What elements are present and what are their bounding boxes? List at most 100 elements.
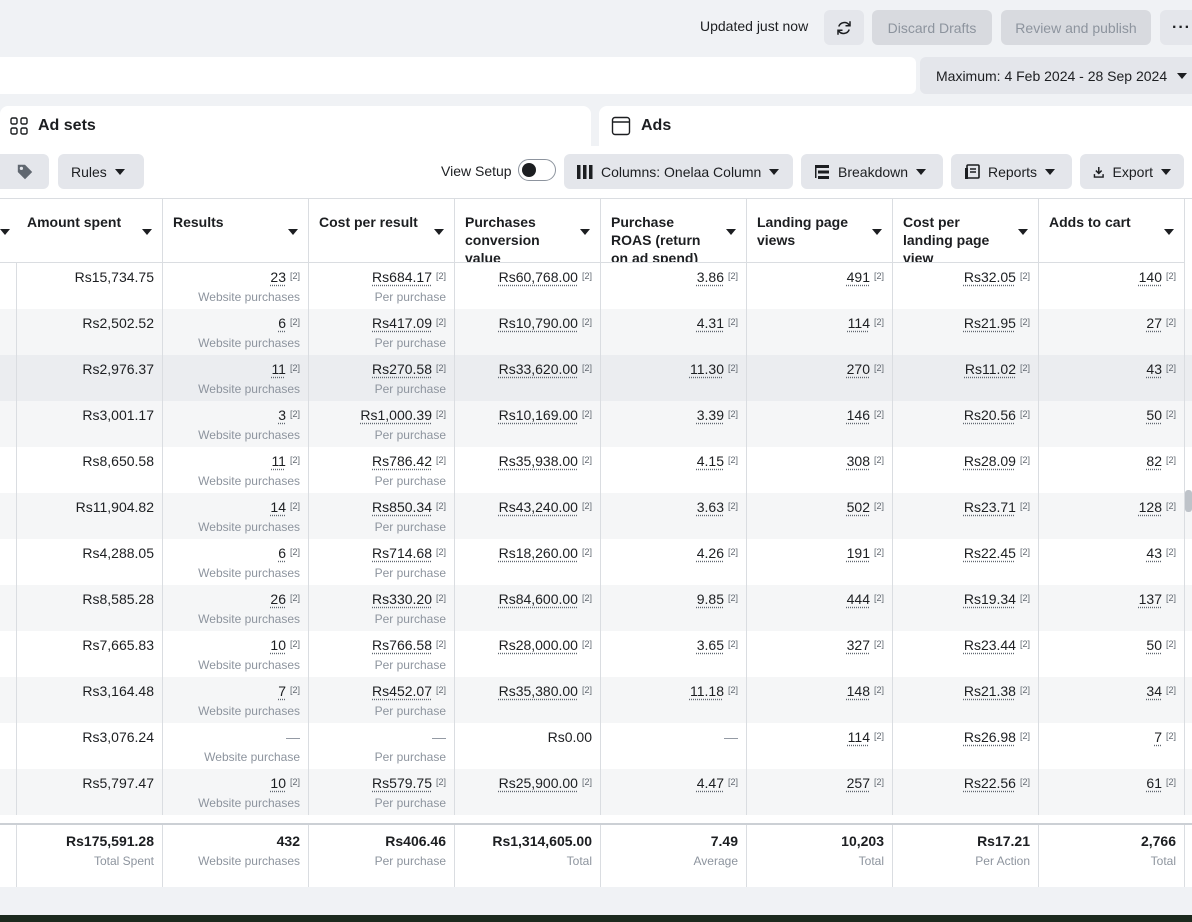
cell-value-text[interactable]: 114 xyxy=(848,729,870,745)
cell-value-text[interactable]: Rs10,790.00 xyxy=(499,315,578,331)
cell-value-text[interactable]: 140 xyxy=(1139,269,1162,285)
cell-value-text[interactable]: 82 xyxy=(1146,453,1162,469)
cell-value-text[interactable]: 128 xyxy=(1139,499,1162,515)
refresh-button[interactable] xyxy=(824,10,864,45)
cell-value-text[interactable]: 114 xyxy=(848,315,870,331)
cell-value-text[interactable]: Rs330.20 xyxy=(372,591,432,607)
cell-value-text[interactable]: 4.15 xyxy=(697,453,724,469)
cell-value-text[interactable]: 137 xyxy=(1139,591,1162,607)
rules-button[interactable]: Rules xyxy=(58,154,144,189)
cell-value-text[interactable]: Rs18,260.00 xyxy=(499,545,578,561)
cell-value-text[interactable]: 50 xyxy=(1146,637,1162,653)
cell-value-text[interactable]: 6 xyxy=(278,545,286,561)
cell-value-text[interactable]: Rs0.00 xyxy=(548,729,592,745)
cell-value-text[interactable]: 146 xyxy=(847,407,870,423)
table-row[interactable]: Rs3,164.48 7 [2] Website purchases Rs452.07[… xyxy=(0,677,1192,723)
cell-value-text[interactable]: Rs35,380.00 xyxy=(499,683,578,699)
table-row[interactable]: Rs15,734.75 23 [2] Website purchases Rs684.1… xyxy=(0,263,1192,309)
column-header[interactable]: Purchase ROAS (return on ad spend) xyxy=(601,199,747,263)
cell-value-text[interactable]: Rs60,768.00 xyxy=(499,269,578,285)
more-options-button[interactable]: ··· xyxy=(1160,10,1192,45)
cell-value-text[interactable]: 10 xyxy=(270,775,286,791)
cell-value-text[interactable]: 23 xyxy=(270,269,286,285)
cell-value-text[interactable]: Rs1,000.39 xyxy=(360,407,432,423)
cell-value-text[interactable]: Rs28.09 xyxy=(964,453,1016,469)
cell-value-text[interactable]: 4.31 xyxy=(697,315,724,331)
cell-value-text[interactable]: 43 xyxy=(1146,361,1162,377)
cell-value-text[interactable]: 27 xyxy=(1146,315,1162,331)
cell-value-text[interactable]: Rs579.75 xyxy=(372,775,432,791)
cell-value-text[interactable]: 308 xyxy=(847,453,870,469)
cell-value-text[interactable]: 43 xyxy=(1146,545,1162,561)
reports-button[interactable]: Reports xyxy=(951,154,1072,189)
column-header[interactable]: Adds to cart xyxy=(1039,199,1185,263)
cell-value-text[interactable]: 4.26 xyxy=(697,545,724,561)
table-row[interactable]: Rs8,650.58 11 [2] Website purchases Rs786.42… xyxy=(0,447,1192,493)
table-row[interactable]: Rs8,585.28 26 [2] Website purchases Rs330.20… xyxy=(0,585,1192,631)
cell-value-text[interactable]: 61 xyxy=(1146,775,1162,791)
cell-value-text[interactable]: 3 xyxy=(278,407,286,423)
cell-value-text[interactable]: Rs11.02 xyxy=(965,361,1016,377)
cell-value-text[interactable]: 3.65 xyxy=(697,637,724,653)
cell-value-text[interactable]: 7 xyxy=(1154,729,1162,745)
cell-value-text[interactable]: 3.63 xyxy=(697,499,724,515)
column-header[interactable]: Landing page views xyxy=(747,199,893,263)
column-header[interactable]: Cost per result xyxy=(309,199,455,263)
table-row[interactable]: Rs11,904.82 14 [2] Website purchases Rs850.3… xyxy=(0,493,1192,539)
cell-value-text[interactable]: 270 xyxy=(847,361,870,377)
cell-value-text[interactable]: 4.47 xyxy=(697,775,724,791)
cell-value-text[interactable]: Rs20.56 xyxy=(964,407,1016,423)
cell-value-text[interactable]: Rs32.05 xyxy=(964,269,1016,285)
table-row[interactable]: Rs5,797.47 10 [2] Website purchases Rs579.75… xyxy=(0,769,1192,815)
cell-value-text[interactable]: 257 xyxy=(847,775,870,791)
cell-value-text[interactable]: 3.39 xyxy=(697,407,724,423)
cell-value-text[interactable]: Rs21.95 xyxy=(964,315,1016,331)
cell-value-text[interactable]: Rs850.34 xyxy=(372,499,432,515)
cell-value-text[interactable]: 148 xyxy=(847,683,870,699)
cell-value-text[interactable]: — xyxy=(432,729,446,745)
cell-value-text[interactable]: Rs22.45 xyxy=(964,545,1016,561)
table-row[interactable]: Rs7,665.83 10 [2] Website purchases Rs766.58… xyxy=(0,631,1192,677)
tag-button[interactable] xyxy=(0,154,49,189)
cell-value-text[interactable]: 10 xyxy=(270,637,286,653)
cell-value-text[interactable]: 14 xyxy=(270,499,286,515)
cell-value-text[interactable]: Rs84,600.00 xyxy=(499,591,578,607)
cell-value-text[interactable]: Rs22.56 xyxy=(964,775,1016,791)
cell-value-text[interactable]: 7 xyxy=(278,683,286,699)
cell-value-text[interactable]: 34 xyxy=(1146,683,1162,699)
cell-value-text[interactable]: Rs23.44 xyxy=(964,637,1016,653)
cell-value-text[interactable]: — xyxy=(724,729,738,745)
table-row[interactable]: Rs3,076.24 — Website purchase — Per purchase… xyxy=(0,723,1192,769)
cell-value-text[interactable]: Rs19.34 xyxy=(964,591,1016,607)
cell-value-text[interactable]: 444 xyxy=(847,591,870,607)
cell-value-text[interactable]: 6 xyxy=(278,315,286,331)
breakdown-button[interactable]: Breakdown xyxy=(801,154,943,189)
cell-value-text[interactable]: Rs786.42 xyxy=(372,453,432,469)
cell-value-text[interactable]: Rs270.58 xyxy=(372,361,432,377)
cell-value-text[interactable]: Rs35,938.00 xyxy=(499,453,578,469)
cell-value-text[interactable]: Rs25,900.00 xyxy=(499,775,578,791)
review-publish-button[interactable]: Review and publish xyxy=(1001,10,1151,45)
export-button[interactable]: Export xyxy=(1080,154,1184,189)
column-header[interactable]: Results xyxy=(163,199,309,263)
cell-value-text[interactable]: Rs28,000.00 xyxy=(499,637,578,653)
cell-value-text[interactable]: Rs714.68 xyxy=(372,545,432,561)
cell-value-text[interactable]: Rs23.71 xyxy=(964,499,1016,515)
cell-value-text[interactable]: 491 xyxy=(847,269,870,285)
cell-value-text[interactable]: 9.85 xyxy=(697,591,724,607)
cell-value-text[interactable]: 11.18 xyxy=(690,683,724,699)
cell-value-text[interactable]: 50 xyxy=(1146,407,1162,423)
column-header[interactable]: Purchases conversion value xyxy=(455,199,601,263)
cell-value-text[interactable]: Rs452.07 xyxy=(372,683,432,699)
cell-value-text[interactable]: 11.30 xyxy=(690,361,724,377)
cell-value-text[interactable]: 3.86 xyxy=(697,269,724,285)
cell-value-text[interactable]: 191 xyxy=(847,545,870,561)
tab-ads[interactable]: Ads xyxy=(599,106,1192,146)
cell-value-text[interactable]: Rs766.58 xyxy=(372,637,432,653)
tab-ad-sets[interactable]: Ad sets xyxy=(0,106,591,146)
cell-value-text[interactable]: 11 xyxy=(271,453,286,469)
cell-value-text[interactable]: — xyxy=(286,729,300,745)
column-header[interactable]: Amount spent xyxy=(17,199,163,263)
cell-value-text[interactable]: 11 xyxy=(271,361,286,377)
discard-drafts-button[interactable]: Discard Drafts xyxy=(872,10,992,45)
